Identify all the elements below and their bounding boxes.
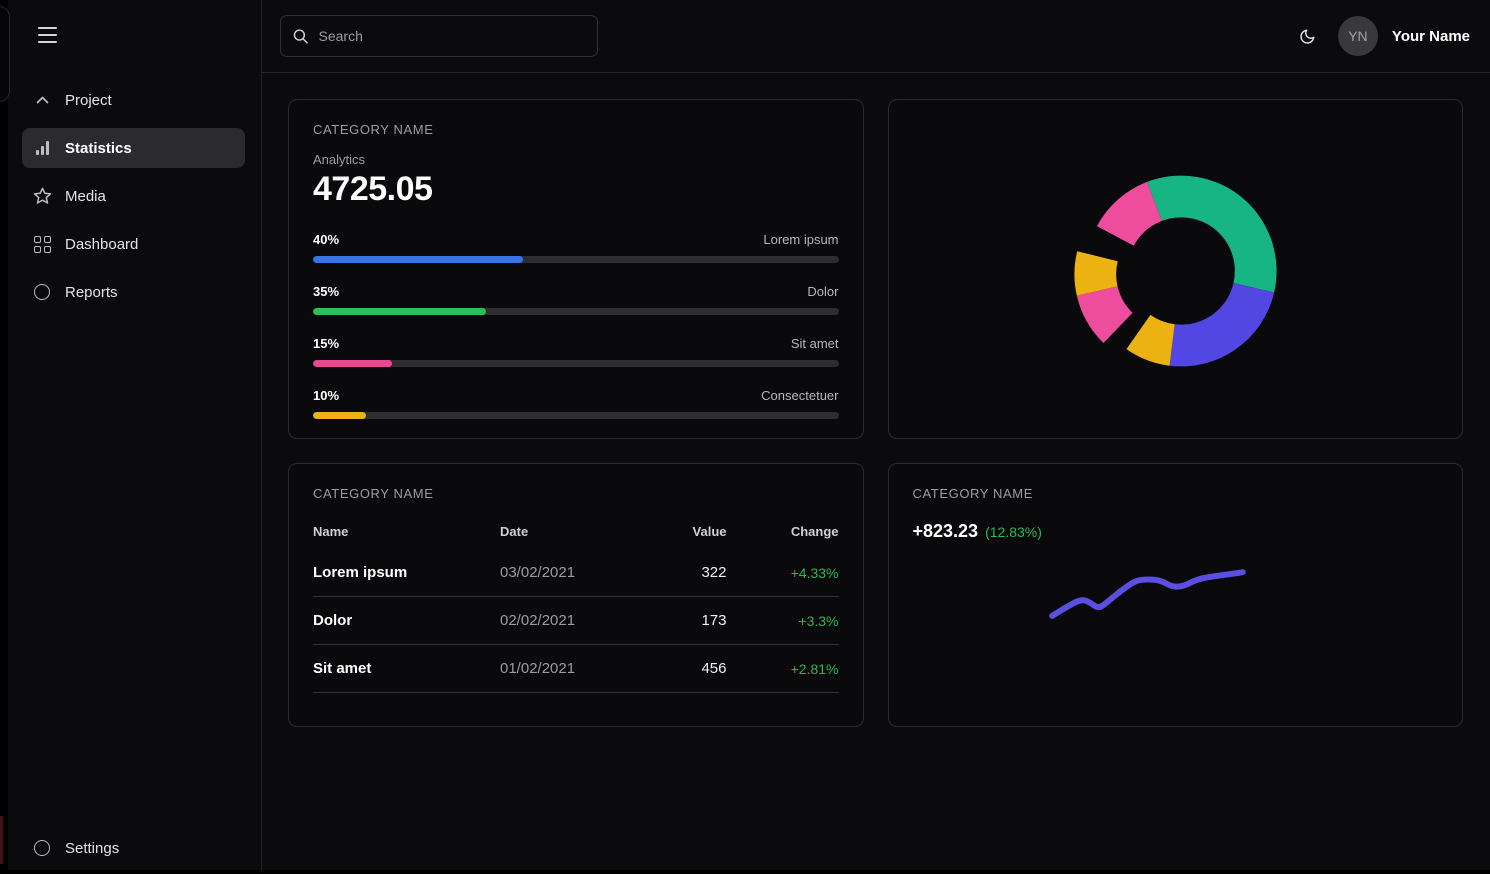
donut-segment-yellow xyxy=(1126,315,1174,366)
sidebar-item-label: Statistics xyxy=(65,140,132,157)
cell-name: Sit amet xyxy=(313,660,500,677)
stat-bar: 10% Consectetuer xyxy=(313,388,839,419)
circle-icon xyxy=(32,838,52,858)
bar-chart-icon xyxy=(32,138,52,158)
progress-bar-track xyxy=(313,256,839,263)
cell-name: Dolor xyxy=(313,612,500,629)
stat-bars-list: 40% Lorem ipsum 35% Dolor xyxy=(313,232,839,419)
background-sliver xyxy=(0,816,3,864)
table-header-row: Name Date Value Change xyxy=(313,518,839,549)
sidebar-item-media[interactable]: Media xyxy=(22,176,245,216)
topbar-right: YN Your Name xyxy=(1299,16,1470,56)
analytics-subtitle: Analytics xyxy=(313,152,839,167)
cell-change: +3.3% xyxy=(727,613,839,629)
moon-icon xyxy=(1299,28,1316,45)
stat-bar-label: Lorem ipsum xyxy=(763,232,838,247)
grid-icon xyxy=(32,234,52,254)
col-header-value: Value xyxy=(615,524,727,539)
sidebar-item-reports[interactable]: Reports xyxy=(22,272,245,312)
progress-bar-fill xyxy=(313,412,366,419)
sidebar-item-label: Reports xyxy=(65,284,118,301)
stat-bar: 35% Dolor xyxy=(313,284,839,315)
sidebar-item-project[interactable]: Project xyxy=(22,80,245,120)
main-area: YN Your Name CATEGORY NAME Analytics 472… xyxy=(262,0,1490,874)
card-category-label: CATEGORY NAME xyxy=(313,122,839,137)
window-bottom-strip xyxy=(0,870,1490,874)
app-window: Project Statistics Media Dashboard xyxy=(0,0,1490,874)
line-chart xyxy=(889,464,1463,726)
donut-chart xyxy=(889,100,1463,438)
progress-bar-track xyxy=(313,360,839,367)
sidebar-item-statistics[interactable]: Statistics xyxy=(22,128,245,168)
col-header-date: Date xyxy=(500,524,615,539)
analytics-card: CATEGORY NAME Analytics 4725.05 40% Lore… xyxy=(288,99,864,439)
stat-bar-percent: 10% xyxy=(313,388,339,403)
progress-bar-fill xyxy=(313,256,523,263)
cell-value: 456 xyxy=(615,660,727,677)
progress-bar-fill xyxy=(313,308,486,315)
sidebar-nav: Project Statistics Media Dashboard xyxy=(22,80,245,320)
cell-name: Lorem ipsum xyxy=(313,564,500,581)
stat-bar-label: Dolor xyxy=(807,284,838,299)
trend-percent: (12.83%) xyxy=(985,524,1042,540)
star-icon xyxy=(32,186,52,206)
progress-bar-track xyxy=(313,412,839,419)
window-edge-strip xyxy=(0,0,8,874)
avatar-initials: YN xyxy=(1348,28,1367,44)
donut-segment-blue xyxy=(1169,283,1274,366)
sidebar-item-label: Settings xyxy=(65,840,119,857)
trend-card: CATEGORY NAME +823.23 (12.83%) xyxy=(888,463,1464,727)
progress-bar-track xyxy=(313,308,839,315)
donut-segment-green xyxy=(1147,176,1277,293)
stat-bar-percent: 35% xyxy=(313,284,339,299)
analytics-total-value: 4725.05 xyxy=(313,170,839,209)
sidebar-item-dashboard[interactable]: Dashboard xyxy=(22,224,245,264)
search-box[interactable] xyxy=(280,15,598,57)
stat-bar-percent: 40% xyxy=(313,232,339,247)
avatar[interactable]: YN xyxy=(1338,16,1378,56)
circle-icon xyxy=(32,282,52,302)
line-chart-path xyxy=(1052,572,1243,616)
sidebar-item-settings[interactable]: Settings xyxy=(22,828,245,868)
cell-date: 03/02/2021 xyxy=(500,564,615,581)
table-row: Sit amet 01/02/2021 456 +2.81% xyxy=(313,645,839,693)
trend-summary: +823.23 (12.83%) xyxy=(913,521,1439,542)
stat-bar-label: Consectetuer xyxy=(761,388,838,403)
sidebar-item-label: Project xyxy=(65,92,112,109)
user-name: Your Name xyxy=(1392,28,1470,45)
chevron-up-icon xyxy=(32,90,52,110)
cell-date: 01/02/2021 xyxy=(500,660,615,677)
dashboard-grid: CATEGORY NAME Analytics 4725.05 40% Lore… xyxy=(262,73,1490,727)
trend-value: +823.23 xyxy=(913,521,979,542)
donut-segment-pink xyxy=(1076,286,1132,343)
cell-value: 173 xyxy=(615,612,727,629)
cell-value: 322 xyxy=(615,564,727,581)
topbar: YN Your Name xyxy=(262,0,1490,73)
sidebar: Project Statistics Media Dashboard xyxy=(0,0,262,874)
window-corner-decoration xyxy=(0,6,10,102)
cell-date: 02/02/2021 xyxy=(500,612,615,629)
progress-bar-fill xyxy=(313,360,392,367)
card-category-label: CATEGORY NAME xyxy=(313,486,839,501)
col-header-name: Name xyxy=(313,524,500,539)
stat-bar-label: Sit amet xyxy=(791,336,839,351)
table-card: CATEGORY NAME Name Date Value Change Lor… xyxy=(288,463,864,727)
search-input[interactable] xyxy=(319,28,585,44)
search-icon xyxy=(293,28,309,45)
stat-bar: 40% Lorem ipsum xyxy=(313,232,839,263)
hamburger-menu-icon[interactable] xyxy=(38,24,64,46)
table-row: Dolor 02/02/2021 173 +3.3% xyxy=(313,597,839,645)
table-row: Lorem ipsum 03/02/2021 322 +4.33% xyxy=(313,549,839,597)
cell-change: +4.33% xyxy=(727,565,839,581)
dark-mode-toggle[interactable] xyxy=(1299,28,1316,45)
cell-change: +2.81% xyxy=(727,661,839,677)
data-table: Name Date Value Change Lorem ipsum 03/02… xyxy=(313,518,839,693)
sidebar-item-label: Media xyxy=(65,188,106,205)
donut-card xyxy=(888,99,1464,439)
sidebar-item-label: Dashboard xyxy=(65,236,138,253)
stat-bar: 15% Sit amet xyxy=(313,336,839,367)
col-header-change: Change xyxy=(727,524,839,539)
stat-bar-percent: 15% xyxy=(313,336,339,351)
